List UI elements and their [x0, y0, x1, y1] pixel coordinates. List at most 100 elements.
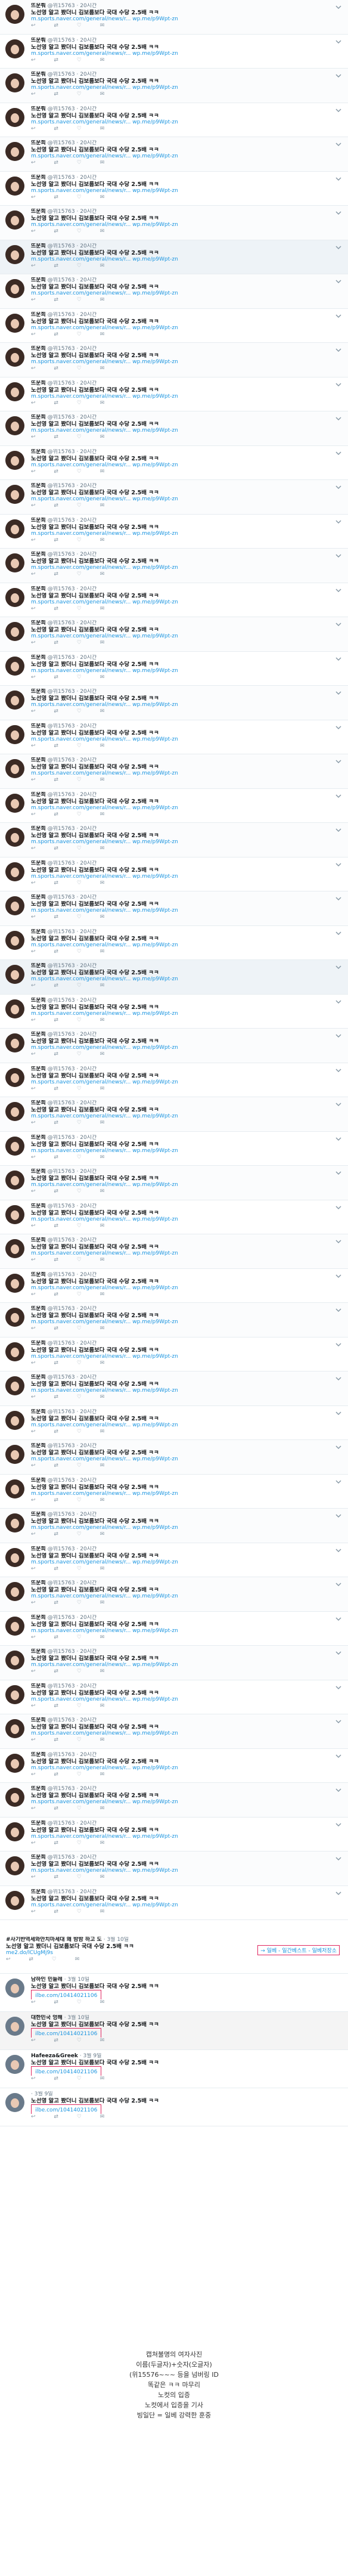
- chevron-down-icon[interactable]: [335, 1649, 342, 1657]
- tweet-row[interactable]: 뜨운뤄 @위15763 · 20시간 노선영 알고 봤더니 김보름보다 국대 수당…: [0, 69, 348, 103]
- tweet-link[interactable]: m.sports.naver.com/general/news/r... wp.…: [31, 599, 342, 606]
- chevron-down-icon[interactable]: [335, 1169, 342, 1176]
- action-bar[interactable]: ↩ ⇄ ♡ ✉: [31, 1394, 342, 1401]
- avatar[interactable]: [5, 519, 24, 538]
- action-bar[interactable]: ↩ ⇄ ♡ ✉: [31, 1531, 342, 1538]
- display-name[interactable]: 뜨운희: [31, 1272, 46, 1278]
- display-name[interactable]: 뜨운뤄: [31, 3, 46, 9]
- tweet-link[interactable]: m.sports.naver.com/general/news/r... wp.…: [31, 1045, 342, 1051]
- avatar[interactable]: [5, 313, 24, 333]
- chevron-down-icon[interactable]: [335, 998, 342, 1005]
- tweet-link[interactable]: m.sports.naver.com/general/news/r... wp.…: [31, 1285, 342, 1292]
- tweet-link[interactable]: m.sports.naver.com/general/news/r... wp.…: [31, 668, 342, 674]
- avatar[interactable]: [5, 1445, 24, 1464]
- display-name[interactable]: 뜨운희: [31, 792, 46, 798]
- chevron-down-icon[interactable]: [335, 1581, 342, 1588]
- chevron-down-icon[interactable]: [335, 1753, 342, 1760]
- avatar[interactable]: [5, 176, 24, 196]
- display-name[interactable]: 뜨운희: [31, 860, 46, 866]
- chevron-down-icon[interactable]: [335, 1478, 342, 1485]
- tweet-link[interactable]: m.sports.naver.com/general/news/r... wp.…: [31, 1319, 342, 1326]
- chevron-down-icon[interactable]: [335, 1890, 342, 1897]
- chevron-down-icon[interactable]: [335, 450, 342, 457]
- action-bar[interactable]: ↩ ⇄ ♡ ✉: [31, 1017, 342, 1024]
- tweet-link[interactable]: m.sports.naver.com/general/news/r... wp.…: [31, 1422, 342, 1429]
- action-bar[interactable]: ↩ ⇄ ♡ ✉: [31, 1703, 342, 1710]
- action-bar[interactable]: ↩ ⇄ ♡ ✉: [31, 1634, 342, 1641]
- action-bar[interactable]: ↩ ⇄ ♡ ✉: [31, 1086, 342, 1092]
- tweet-row[interactable]: 뜨운희 @위15763 · 20시간 노선영 알고 봤더니 김보름보다 국대 수당…: [0, 1337, 348, 1371]
- avatar[interactable]: [5, 1239, 24, 1258]
- tweet-row[interactable]: 뜨운희 @위15763 · 20시간 노선영 알고 봤더니 김보름보다 국대 수당…: [0, 686, 348, 720]
- display-name[interactable]: 뜨운희: [31, 1443, 46, 1449]
- tweet-row[interactable]: 뜨운희 @위15763 · 20시간 노선영 알고 봤더니 김보름보다 국대 수당…: [0, 240, 348, 274]
- action-bar[interactable]: ↩ ⇄ ♡ ✉: [31, 674, 342, 681]
- chevron-down-icon[interactable]: [335, 1238, 342, 1245]
- reply-tweet[interactable]: 남하인 민들레 · 3월 10일 노선영 알고 봤더니 김보름보다 국대 수당 2…: [0, 1974, 348, 2012]
- chevron-down-icon[interactable]: [335, 1787, 342, 1794]
- chevron-down-icon[interactable]: [335, 826, 342, 834]
- chevron-down-icon[interactable]: [335, 1341, 342, 1348]
- action-bar[interactable]: ↩ ⇄ ♡ ✉: [31, 1806, 342, 1812]
- tweet-link[interactable]: m.sports.naver.com/general/news/r... wp.…: [31, 1799, 342, 1806]
- ilbe-url[interactable]: ilbe.com/10414021106: [31, 2104, 102, 2114]
- chevron-down-icon[interactable]: [335, 1135, 342, 1143]
- tweet-link[interactable]: m.sports.naver.com/general/news/r... wp.…: [31, 256, 342, 263]
- display-name[interactable]: 뜨운희: [31, 1169, 46, 1175]
- tweet-link[interactable]: m.sports.naver.com/general/news/r... wp.…: [31, 1834, 342, 1840]
- action-bar[interactable]: ↩ ⇄ ♡ ✉: [31, 1497, 342, 1504]
- display-name[interactable]: 뜨운희: [31, 1135, 46, 1141]
- tweet-row[interactable]: 뜨운희 @위15763 · 20시간 노선영 알고 봤더니 김보름보다 국대 수당…: [0, 1371, 348, 1406]
- action-bar[interactable]: ↩ ⇄ ♡ ✉: [31, 263, 342, 270]
- tweet-link[interactable]: m.sports.naver.com/general/news/r... wp.…: [31, 1696, 342, 1703]
- avatar[interactable]: [5, 279, 24, 298]
- display-name[interactable]: 남하인 민들레: [31, 1977, 63, 1983]
- tweet-row[interactable]: 뜨운희 @위15763 · 20시간 노선영 알고 봤더니 김보름보다 국대 수당…: [0, 754, 348, 789]
- tweet-row[interactable]: 뜨운희 @위15763 · 20시간 노선영 알고 봤더니 김보름보다 국대 수당…: [0, 480, 348, 515]
- avatar[interactable]: [5, 416, 24, 435]
- action-bar[interactable]: ↩ ⇄ ♡ ✉: [31, 2114, 342, 2120]
- avatar[interactable]: [5, 1273, 24, 1293]
- avatar[interactable]: [5, 485, 24, 504]
- action-bar[interactable]: ↩ ⇄ ♡ ✉: [31, 1600, 342, 1606]
- display-name[interactable]: 뜨운뤄: [31, 72, 46, 78]
- avatar[interactable]: [5, 1822, 24, 1841]
- tweet-link[interactable]: m.sports.naver.com/general/news/r... wp.…: [31, 565, 342, 571]
- tweet-link[interactable]: m.sports.naver.com/general/news/r... wp.…: [31, 188, 342, 194]
- tweet-row[interactable]: 뜨운희 @위15763 · 20시간 노선영 알고 봤더니 김보름보다 국대 수당…: [0, 1063, 348, 1097]
- tweet-link[interactable]: m.sports.naver.com/general/news/r... wp.…: [31, 222, 342, 228]
- action-bar[interactable]: ↩ ⇄ ♡ ✉: [31, 469, 342, 475]
- action-bar[interactable]: ↩ ⇄ ♡ ✉: [31, 228, 342, 235]
- tweet-link[interactable]: m.sports.naver.com/general/news/r... wp.…: [31, 1628, 342, 1634]
- tweet-link[interactable]: m.sports.naver.com/general/news/r... wp.…: [31, 1250, 342, 1257]
- action-bar[interactable]: ↩ ⇄ ♡ ✉: [31, 983, 342, 989]
- avatar[interactable]: [5, 691, 24, 710]
- tweet-row[interactable]: 뜨운희 @위15763 · 20시간 노선영 알고 봤더니 김보름보다 국대 수당…: [0, 617, 348, 652]
- action-bar[interactable]: ↩ ⇄ ♡ ✉: [31, 812, 342, 818]
- tweet-link[interactable]: m.sports.naver.com/general/news/r... wp.…: [31, 1902, 342, 1909]
- action-bar[interactable]: ↩ ⇄ ♡ ✉: [31, 1737, 342, 1744]
- tweet-row[interactable]: 뜨운희 @위15763 · 20시간 노선영 알고 봤더니 김보름보다 국대 수당…: [0, 1097, 348, 1132]
- chevron-down-icon[interactable]: [335, 175, 342, 182]
- action-bar[interactable]: ↩ ⇄ ♡ ✉: [31, 23, 342, 29]
- display-name[interactable]: 뜨운희: [31, 175, 46, 181]
- action-bar[interactable]: ↩ ⇄ ♡ ✉: [31, 880, 342, 887]
- avatar[interactable]: [5, 656, 24, 676]
- display-name[interactable]: 뜨운희: [31, 689, 46, 695]
- chevron-down-icon[interactable]: [335, 1821, 342, 1828]
- avatar[interactable]: [5, 724, 24, 744]
- tweet-row[interactable]: 뜨운희 @위15763 · 20시간 노선영 알고 봤더니 김보름보다 국대 수당…: [0, 1440, 348, 1475]
- tweet-link[interactable]: m.sports.naver.com/general/news/r... wp.…: [31, 702, 342, 708]
- avatar[interactable]: [5, 1033, 24, 1052]
- avatar[interactable]: [5, 622, 24, 641]
- display-name[interactable]: 뜨운희: [31, 1786, 46, 1792]
- action-bar[interactable]: ↩ ⇄ ♡ ✉: [31, 1154, 342, 1161]
- chevron-down-icon[interactable]: [335, 141, 342, 148]
- avatar[interactable]: [5, 1856, 24, 1875]
- avatar[interactable]: [5, 793, 24, 813]
- avatar[interactable]: [5, 210, 24, 230]
- tweet-link[interactable]: m.sports.naver.com/general/news/r... wp.…: [31, 1354, 342, 1360]
- avatar[interactable]: [5, 5, 24, 24]
- tweet-link[interactable]: m.sports.naver.com/general/news/r... wp.…: [31, 1593, 342, 1600]
- avatar[interactable]: [5, 1136, 24, 1156]
